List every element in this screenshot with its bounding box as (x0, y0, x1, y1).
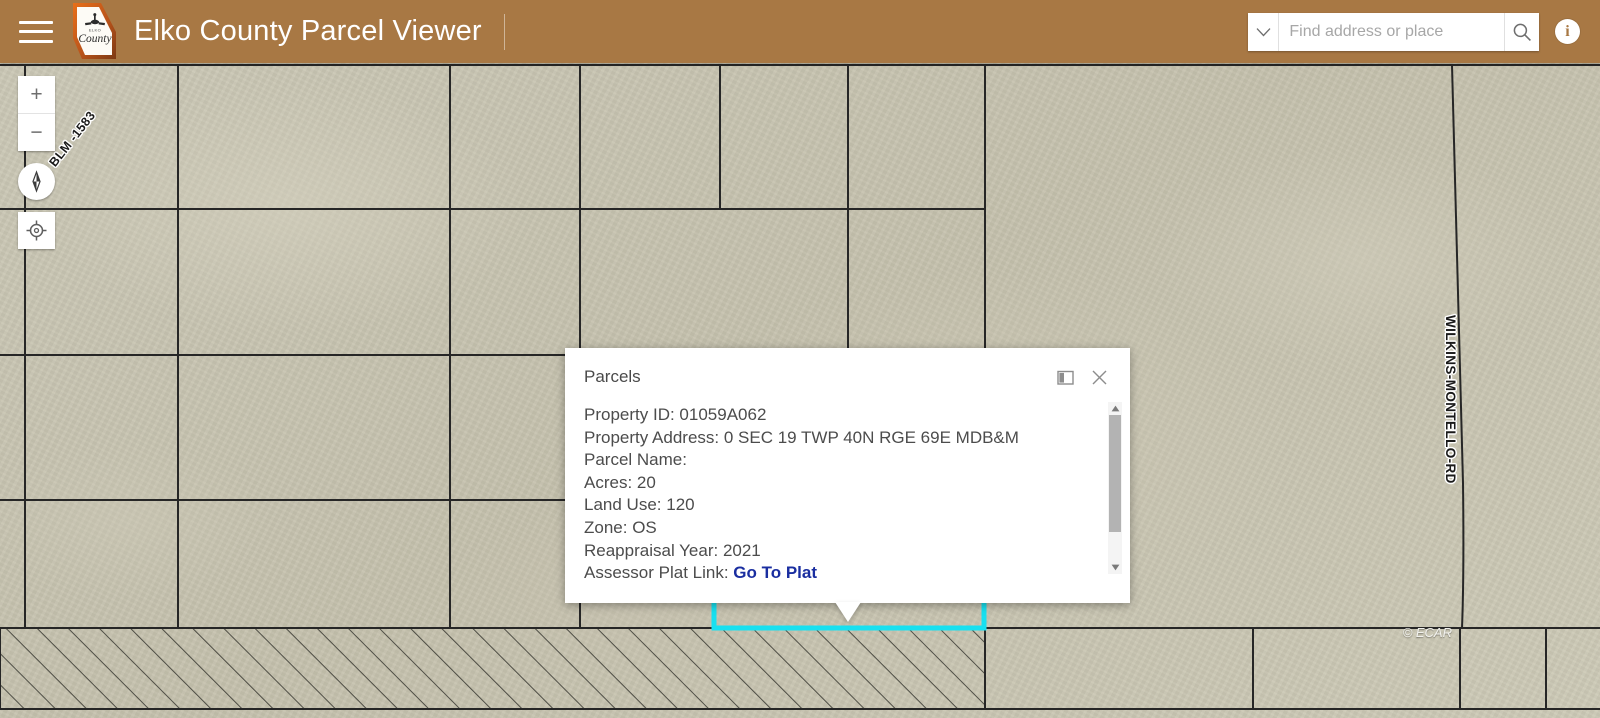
map-canvas[interactable]: BLM -1583 WILKINS-MONTELLO-RD © ECAR + − (0, 63, 1600, 718)
go-to-plat-link[interactable]: Go To Plat (733, 563, 817, 582)
popup-field-row: Land Use: 120 (584, 494, 1096, 517)
scroll-up-arrow-icon[interactable] (1108, 402, 1122, 415)
feature-popup: Parcels Property ID: 01 (565, 348, 1130, 603)
compass-north-icon[interactable] (18, 163, 55, 200)
popup-field-value: 01059A062 (679, 405, 766, 424)
title-divider (504, 14, 505, 50)
popup-field-label: Acres: (584, 473, 637, 492)
map-controls: + − (18, 76, 55, 249)
scrollbar-track[interactable] (1108, 415, 1122, 561)
popup-field-value: OS (632, 518, 657, 537)
popup-field-row: Property Address: 0 SEC 19 TWP 40N RGE 6… (584, 427, 1096, 450)
popup-title: Parcels (584, 367, 1044, 387)
search-icon[interactable] (1504, 13, 1539, 51)
popup-field-row: Parcel Name: (584, 449, 1096, 472)
chevron-down-icon[interactable] (1248, 13, 1279, 51)
page-title: Elko County Parcel Viewer (130, 15, 482, 48)
popup-field-value: 2021 (723, 541, 761, 560)
hamburger-bar (19, 21, 53, 24)
hamburger-bar (19, 40, 53, 43)
search-widget (1248, 13, 1539, 51)
svg-text:ELKO: ELKO (89, 28, 101, 33)
popup-field-value: 20 (637, 473, 656, 492)
popup-plat-row: Assessor Plat Link: Go To Plat (584, 562, 1096, 585)
popup-field-label: Parcel Name: (584, 450, 687, 469)
hamburger-bar (19, 30, 53, 33)
hatched-corridor (0, 628, 985, 709)
popup-body: Property ID: 01059A062 Property Address:… (565, 394, 1130, 603)
dock-panel-icon[interactable] (1052, 364, 1078, 390)
popup-field-row: Reappraisal Year: 2021 (584, 540, 1096, 563)
search-input[interactable] (1279, 13, 1504, 51)
zoom-control-group: + − (18, 76, 55, 151)
popup-header: Parcels (565, 348, 1130, 394)
hamburger-menu-icon[interactable] (19, 19, 53, 45)
info-icon[interactable]: i (1555, 19, 1580, 44)
popup-field-value: 0 SEC 19 TWP 40N RGE 69E MDB&M (724, 428, 1019, 447)
popup-field-row: Property ID: 01059A062 (584, 404, 1096, 427)
popup-field-label: Property ID: (584, 405, 679, 424)
popup-pointer-tail (835, 602, 861, 622)
popup-field-label: Property Address: (584, 428, 724, 447)
scroll-down-arrow-icon[interactable] (1108, 561, 1122, 574)
locate-crosshair-icon[interactable] (18, 212, 55, 249)
zoom-in-button[interactable]: + (18, 76, 55, 113)
app-header: County ELKO Elko County Parcel Viewer i (0, 0, 1600, 63)
parcel-viewer-app: County ELKO Elko County Parcel Viewer i (0, 0, 1600, 718)
svg-text:County: County (78, 33, 112, 45)
close-icon[interactable] (1086, 364, 1112, 390)
popup-plat-label: Assessor Plat Link: (584, 563, 733, 582)
county-logo[interactable]: County ELKO (71, 2, 118, 61)
zoom-out-button[interactable]: − (18, 113, 55, 151)
popup-field-label: Land Use: (584, 495, 666, 514)
popup-scrollbar[interactable] (1108, 402, 1122, 574)
scrollbar-thumb[interactable] (1109, 415, 1121, 532)
popup-field-row: Zone: OS (584, 517, 1096, 540)
popup-field-row: Acres: 20 (584, 472, 1096, 495)
popup-field-label: Reappraisal Year: (584, 541, 723, 560)
popup-field-value: 120 (666, 495, 694, 514)
popup-field-label: Zone: (584, 518, 632, 537)
